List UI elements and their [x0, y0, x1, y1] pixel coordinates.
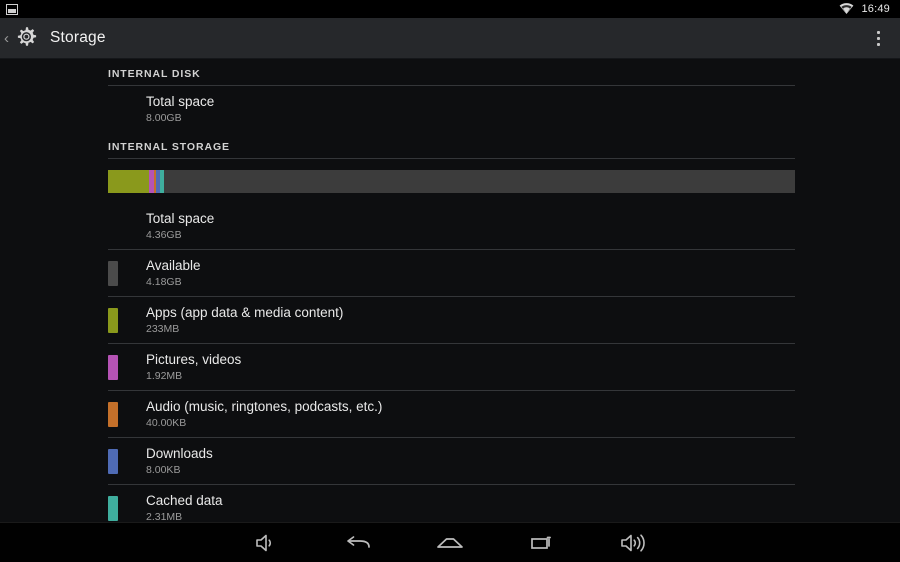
row-subtitle: 233MB — [146, 322, 180, 335]
volume-up-icon — [621, 533, 645, 552]
nav-back-button[interactable] — [312, 523, 404, 562]
row-text: Pictures, videos 1.92MB — [146, 352, 241, 383]
color-swatch — [108, 401, 118, 427]
usage-bar-segment — [159, 169, 164, 193]
back-chevron-icon: ‹ — [4, 29, 9, 47]
overflow-menu-icon[interactable] — [856, 18, 900, 59]
color-swatch — [108, 448, 118, 474]
page-title: Storage — [50, 29, 106, 46]
row-title: Audio (music, ringtones, podcasts, etc.) — [146, 398, 383, 414]
row-internal-disk-total-space[interactable]: Total space 8.00GB — [0, 86, 900, 132]
overflow-dot — [876, 43, 880, 46]
color-swatch-none — [108, 214, 118, 239]
action-bar: ‹ Storage — [0, 18, 900, 59]
row-title: Available — [146, 257, 201, 273]
section-header-internal-storage: INTERNAL STORAGE — [108, 141, 230, 153]
overflow-dot — [876, 31, 880, 34]
usage-bar-segment — [108, 169, 149, 193]
row-text: Total space 4.36GB — [146, 211, 214, 242]
color-swatch — [108, 495, 118, 521]
overflow-dot — [876, 37, 880, 40]
storage-row[interactable]: Pictures, videos 1.92MB — [0, 344, 900, 390]
storage-row[interactable]: Total space 4.36GB — [0, 203, 900, 249]
storage-rows-list: Total space 4.36GB Available 4.18GB Apps (ap… — [0, 203, 900, 532]
row-text: Total space 8.00GB — [146, 94, 214, 125]
system-navigation-bar — [0, 522, 900, 562]
recents-icon — [531, 536, 551, 549]
storage-row[interactable]: Apps (app data & media content) 233MB — [0, 297, 900, 343]
storage-row[interactable]: Downloads 8.00KB — [0, 438, 900, 484]
volume-down-icon — [256, 534, 272, 551]
storage-row[interactable]: Audio (music, ringtones, podcasts, etc.)… — [0, 391, 900, 437]
storage-usage-bar — [108, 169, 795, 193]
status-bar-left — [6, 3, 18, 15]
screenshot-icon — [6, 3, 18, 15]
row-title: Total space — [146, 93, 215, 109]
color-swatch — [108, 354, 118, 380]
row-text: Apps (app data & media content) 233MB — [146, 305, 343, 336]
settings-gear-icon — [10, 22, 42, 54]
storage-content[interactable]: INTERNAL DISK Total space 8.00GB INTERNA… — [0, 59, 900, 532]
row-title: Downloads — [146, 445, 213, 461]
section-header-internal-disk: INTERNAL DISK — [108, 68, 201, 80]
nav-volume-down-button[interactable] — [220, 523, 312, 562]
storage-usage-bar-row — [0, 159, 900, 203]
home-icon — [437, 537, 463, 548]
row-title: Pictures, videos — [146, 351, 242, 367]
storage-row[interactable]: Available 4.18GB — [0, 250, 900, 296]
row-title: Apps (app data & media content) — [146, 304, 344, 320]
status-bar-right: 16:49 — [839, 3, 890, 15]
row-text: Available 4.18GB — [146, 258, 201, 289]
nav-recents-button[interactable] — [496, 523, 588, 562]
row-subtitle: 40.00KB — [146, 416, 187, 429]
row-title: Total space — [146, 210, 215, 226]
back-icon — [347, 535, 370, 548]
row-subtitle: 8.00KB — [146, 463, 181, 476]
row-subtitle: 1.92MB — [146, 369, 183, 382]
status-bar: 16:49 — [0, 0, 900, 18]
up-navigation-button[interactable]: ‹ — [0, 22, 46, 54]
row-text: Downloads 8.00KB — [146, 446, 213, 477]
wifi-icon — [840, 3, 854, 15]
android-storage-screen: 16:49 ‹ Storage INTERNAL DISK Total spac… — [0, 0, 900, 562]
row-subtitle: 4.18GB — [146, 275, 182, 288]
row-subtitle: 8.00GB — [146, 111, 182, 124]
color-swatch — [108, 307, 118, 333]
row-subtitle: 4.36GB — [146, 228, 182, 241]
row-text: Cached data 2.31MB — [146, 493, 223, 524]
row-text: Audio (music, ringtones, podcasts, etc.)… — [146, 399, 382, 430]
color-swatch-none — [108, 97, 118, 122]
nav-volume-up-button[interactable] — [588, 523, 680, 562]
status-bar-clock: 16:49 — [861, 3, 890, 15]
color-swatch — [108, 260, 118, 286]
row-title: Cached data — [146, 492, 223, 508]
nav-home-button[interactable] — [404, 523, 496, 562]
